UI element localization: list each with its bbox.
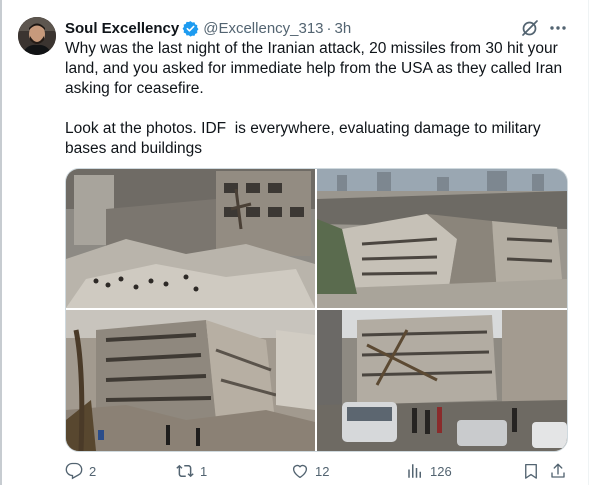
separator-dot: · [326, 19, 332, 37]
like-count: 12 [315, 463, 330, 479]
retweet-count: 1 [200, 463, 208, 479]
damaged-street-cars-photo[interactable] [317, 310, 567, 451]
reply-button[interactable]: 2 [65, 460, 96, 482]
author-handle[interactable]: @Excellency_313 [203, 20, 323, 37]
views-icon [408, 464, 421, 478]
left-border [0, 0, 2, 485]
right-border [588, 0, 589, 485]
views-count: 126 [430, 463, 452, 479]
collapsed-building-photo[interactable] [66, 310, 315, 451]
verified-badge-icon [182, 20, 199, 37]
avatar[interactable] [18, 17, 56, 55]
author-name[interactable]: Soul Excellency [65, 20, 179, 37]
grok-icon[interactable] [520, 18, 540, 38]
tweet-header: Soul Excellency @Excellency_313 · 3h [65, 18, 351, 38]
bookmark-button[interactable] [522, 460, 540, 482]
reply-icon [65, 462, 83, 480]
share-button[interactable] [549, 460, 567, 482]
retweet-icon [176, 464, 194, 478]
tweet-text: Why was the last night of the Iranian at… [65, 40, 563, 157]
aerial-destroyed-buildings-photo[interactable] [317, 169, 567, 308]
more-icon[interactable] [548, 18, 568, 38]
rubble-crowd-photo[interactable] [66, 169, 315, 308]
bookmark-icon [525, 463, 537, 479]
action-bar: 2 1 12 126 [65, 460, 580, 482]
like-button[interactable]: 12 [291, 460, 329, 482]
like-icon [292, 464, 308, 479]
retweet-button[interactable]: 1 [176, 460, 207, 482]
reply-count: 2 [89, 463, 97, 479]
media-grid [65, 168, 568, 452]
share-icon [551, 463, 565, 478]
timestamp[interactable]: 3h [335, 20, 352, 37]
views-button[interactable]: 126 [406, 460, 452, 482]
